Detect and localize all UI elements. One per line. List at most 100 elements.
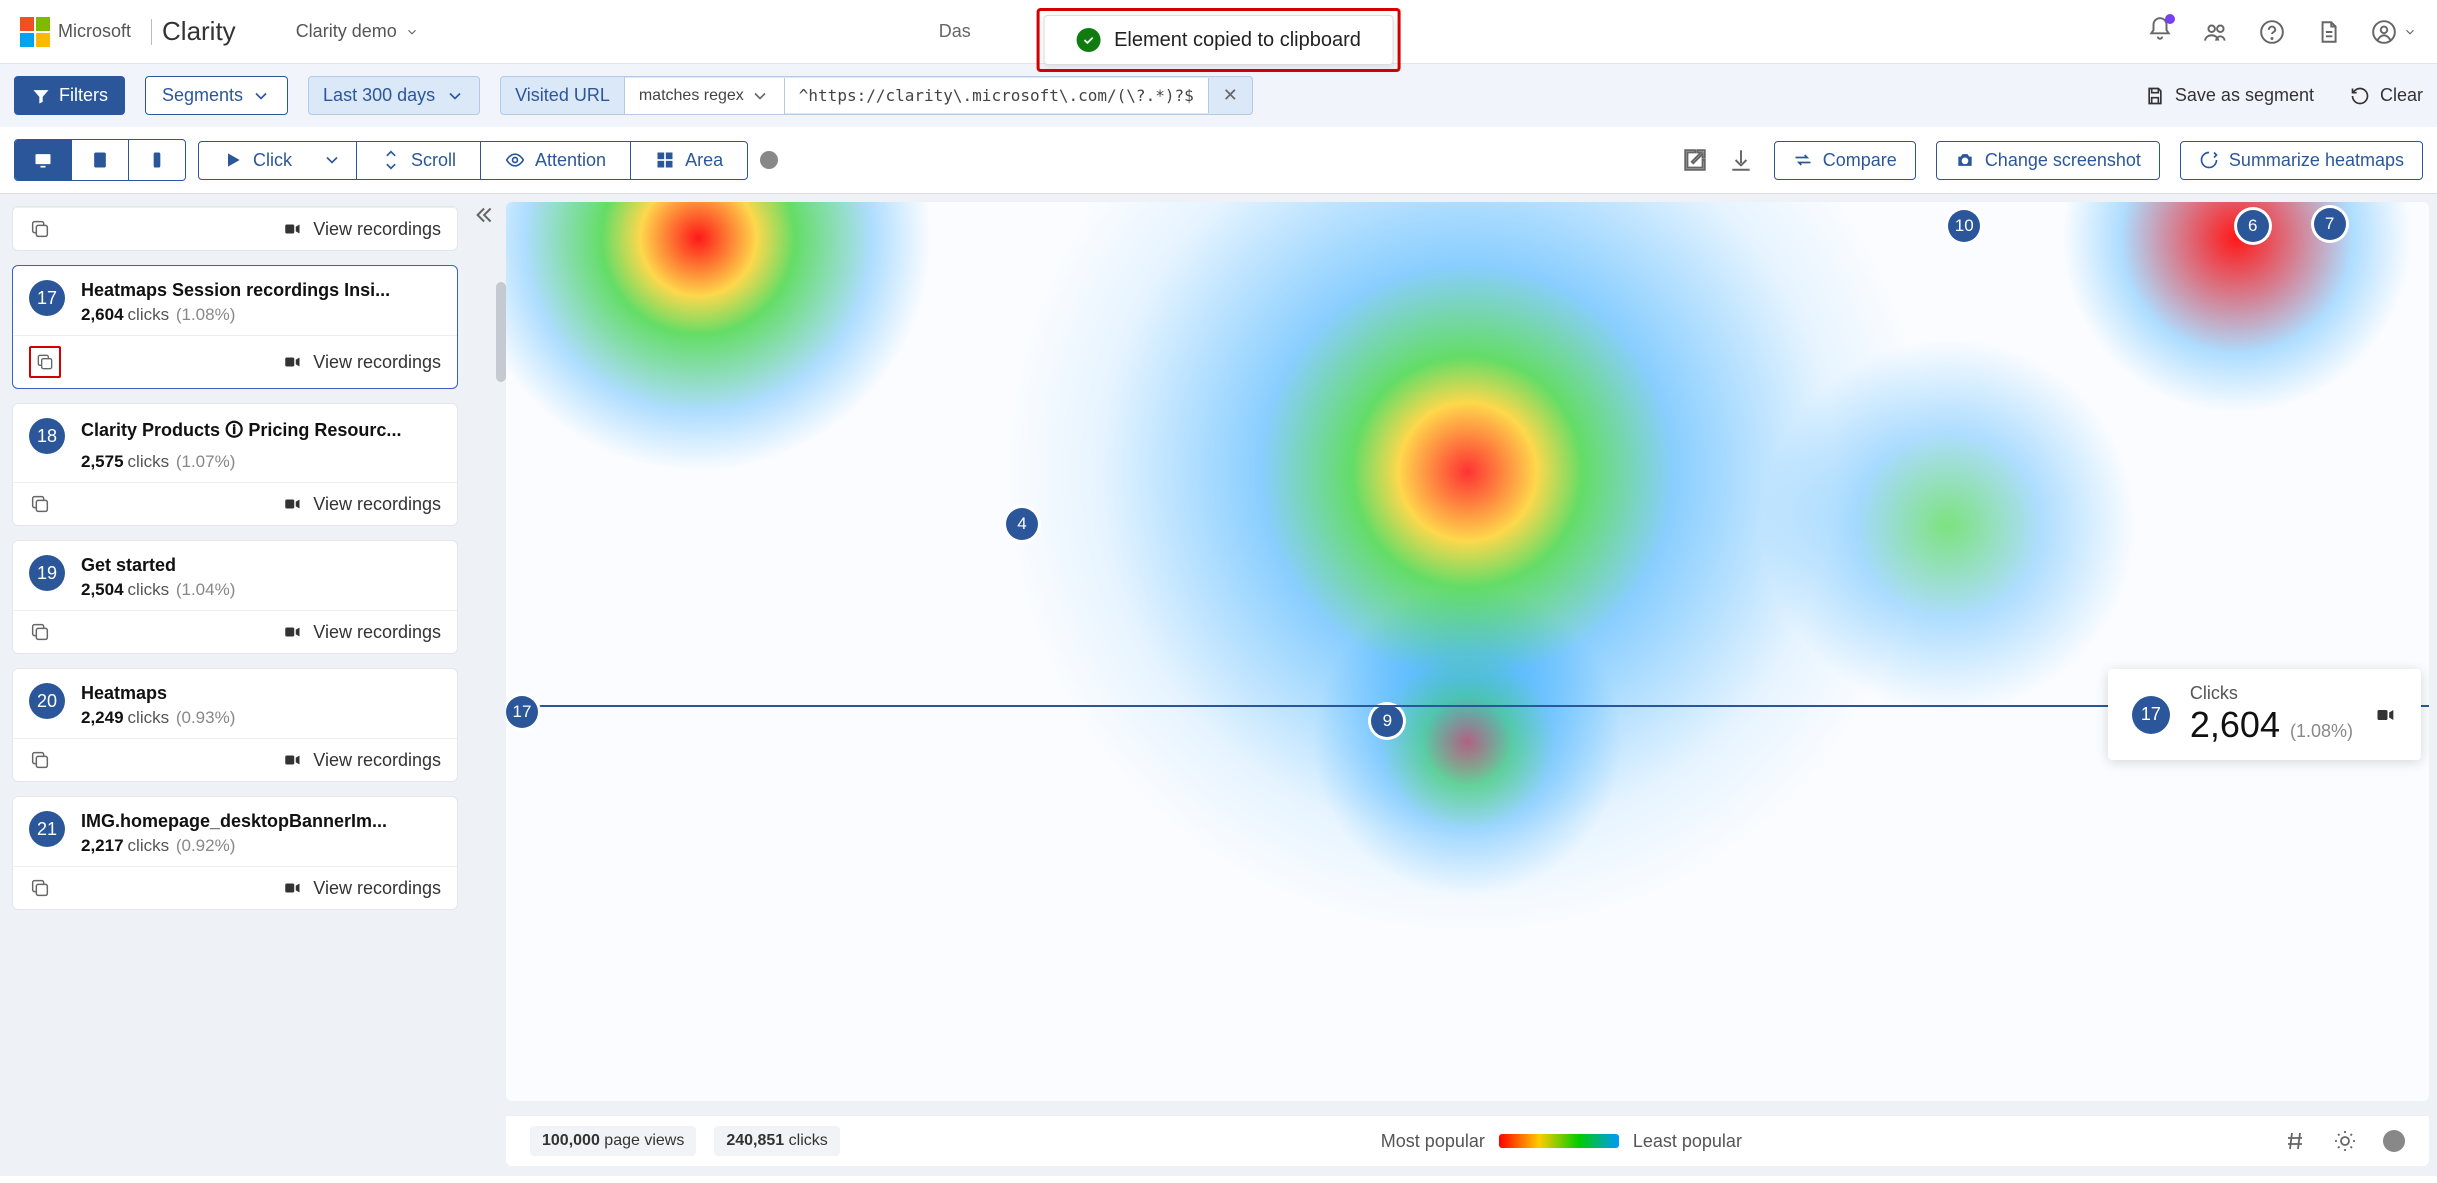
document-icon[interactable] — [2315, 19, 2341, 45]
tab-area[interactable]: Area — [631, 142, 747, 179]
info-icon[interactable] — [2383, 1130, 2405, 1152]
video-icon — [281, 353, 303, 371]
filter-icon — [31, 86, 51, 106]
camera-icon — [1955, 150, 1975, 170]
copy-icon[interactable] — [29, 877, 51, 899]
element-card[interactable]: 19 Get started 2,504clicks (1.04%) View … — [12, 540, 458, 654]
notifications-button[interactable] — [2147, 16, 2173, 47]
view-recordings-link[interactable]: View recordings — [281, 878, 441, 899]
chevron-down-icon — [445, 86, 465, 106]
view-recordings-link[interactable]: View recordings — [281, 622, 441, 643]
brand-divider — [151, 19, 152, 45]
scrollbar-thumb[interactable] — [496, 282, 506, 382]
page-views-chip: 100,000 page views — [530, 1126, 696, 1156]
play-icon — [223, 150, 243, 170]
copy-icon[interactable] — [29, 621, 51, 643]
rank-badge: 17 — [29, 280, 65, 316]
url-filter-operator[interactable]: matches regex — [625, 78, 785, 114]
view-recordings-link[interactable]: View recordings — [281, 352, 441, 373]
tab-attention[interactable]: Attention — [481, 142, 631, 179]
copy-icon[interactable] — [29, 218, 51, 240]
toast-container: Element copied to clipboard — [1036, 8, 1401, 72]
undo-icon — [2350, 86, 2370, 106]
chevron-down-icon — [322, 150, 342, 170]
heatmap-footer: 100,000 page views 240,851 clicks Most p… — [506, 1115, 2429, 1166]
device-tablet[interactable] — [72, 140, 129, 180]
account-menu[interactable] — [2371, 19, 2417, 45]
collapse-sidebar-icon[interactable] — [470, 202, 496, 228]
desktop-icon — [33, 150, 53, 170]
tab-scroll[interactable]: Scroll — [357, 142, 481, 179]
element-title: Heatmaps — [81, 683, 235, 704]
microsoft-label: Microsoft — [58, 21, 131, 42]
view-recordings-link[interactable]: View recordings — [281, 494, 441, 515]
rank-badge: 20 — [29, 683, 65, 719]
copy-icon[interactable] — [29, 346, 61, 378]
video-icon — [281, 623, 303, 641]
element-card[interactable]: 21 IMG.homepage_desktopBannerIm... 2,217… — [12, 796, 458, 910]
share-icon[interactable] — [1682, 147, 1708, 173]
video-icon — [281, 220, 303, 238]
chevron-down-icon — [251, 86, 271, 106]
element-card[interactable]: 20 Heatmaps 2,249clicks (0.93%) View rec… — [12, 668, 458, 782]
hotspot-marker[interactable]: 4 — [1006, 508, 1038, 540]
video-icon[interactable] — [2373, 705, 2397, 725]
people-icon[interactable] — [2203, 19, 2229, 45]
element-card[interactable]: View recordings — [12, 206, 458, 251]
change-screenshot-button[interactable]: Change screenshot — [1936, 141, 2160, 180]
brightness-icon[interactable] — [2333, 1129, 2357, 1153]
date-filter-chip[interactable]: Last 300 days — [308, 76, 480, 115]
device-mobile[interactable] — [129, 140, 185, 180]
eye-icon — [505, 150, 525, 170]
url-filter-name[interactable]: Visited URL — [501, 77, 625, 114]
compare-icon — [1793, 150, 1813, 170]
sidebar: View recordings 17 Heatmaps Session reco… — [0, 194, 506, 1176]
legend-gradient-icon — [1499, 1134, 1619, 1148]
element-stats: 2,249clicks (0.93%) — [81, 708, 235, 728]
view-recordings-link[interactable]: View recordings — [281, 219, 441, 240]
segments-button[interactable]: Segments — [145, 76, 288, 115]
click-tooltip: 17 Clicks 2,604 (1.08%) — [2108, 669, 2421, 760]
save-segment-button[interactable]: Save as segment — [2145, 85, 2314, 106]
heatmap-canvas[interactable]: 10 6 7 4 9 17 17 Clicks 2,604 (1.08%) — [506, 202, 2429, 1101]
heatmap-type-tabs: Click Scroll Attention Area — [198, 141, 748, 180]
element-title: IMG.homepage_desktopBannerIm... — [81, 811, 387, 832]
element-card[interactable]: 18 Clarity Products 🛈 Pricing Resourc...… — [12, 403, 458, 526]
hotspot-marker[interactable]: 6 — [2237, 210, 2269, 242]
hotspot-marker[interactable]: 10 — [1948, 210, 1980, 242]
info-icon[interactable] — [760, 151, 778, 169]
device-toggle — [14, 139, 186, 181]
hotspot-marker[interactable]: 7 — [2314, 208, 2346, 240]
help-icon[interactable] — [2259, 19, 2285, 45]
url-filter-remove[interactable]: ✕ — [1209, 77, 1252, 114]
video-icon — [281, 879, 303, 897]
compare-button[interactable]: Compare — [1774, 141, 1916, 180]
microsoft-logo-icon — [20, 17, 50, 47]
success-icon — [1076, 28, 1100, 52]
scroll-icon — [381, 150, 401, 170]
element-card-selected[interactable]: 17 Heatmaps Session recordings Insi... 2… — [12, 265, 458, 389]
summarize-button[interactable]: Summarize heatmaps — [2180, 141, 2423, 180]
copy-icon[interactable] — [29, 493, 51, 515]
tab-click[interactable]: Click — [199, 142, 357, 179]
avatar-icon — [2371, 19, 2397, 45]
filters-button[interactable]: Filters — [14, 76, 125, 115]
device-desktop[interactable] — [15, 140, 72, 180]
rank-badge: 19 — [29, 555, 65, 591]
download-icon[interactable] — [1728, 147, 1754, 173]
toast: Element copied to clipboard — [1043, 15, 1394, 65]
chevron-down-icon — [750, 86, 770, 106]
hash-icon[interactable] — [2283, 1129, 2307, 1153]
heatmap-toolbar: Click Scroll Attention Area Compare Chan… — [0, 127, 2437, 194]
project-selector[interactable]: Clarity demo — [296, 21, 419, 42]
element-title: Clarity Products 🛈 Pricing Resourc... — [81, 418, 401, 448]
filter-bar: Filters Segments Last 300 days Visited U… — [0, 64, 2437, 127]
url-filter-value[interactable]: ^https://clarity\.microsoft\.com/(\?.*)?… — [785, 78, 1209, 113]
rank-badge: 21 — [29, 811, 65, 847]
clicks-chip: 240,851 clicks — [714, 1126, 839, 1156]
view-recordings-link[interactable]: View recordings — [281, 750, 441, 771]
clear-filters-button[interactable]: Clear — [2350, 85, 2423, 106]
copy-icon[interactable] — [29, 749, 51, 771]
header-actions — [2147, 16, 2417, 47]
grid-icon — [655, 150, 675, 170]
